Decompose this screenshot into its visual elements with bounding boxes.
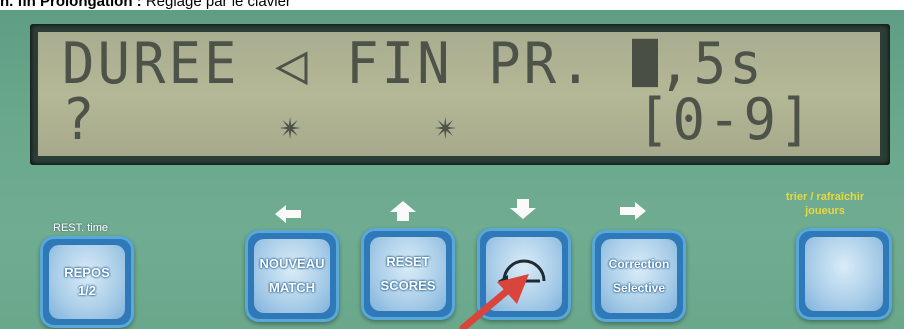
- left-arrow-icon: [275, 205, 301, 223]
- lcd-line-2-right: [0-9]: [637, 86, 815, 153]
- pointer-arrow-icon: [459, 274, 529, 329]
- lcd-display: DUREE ◁ FIN PR. ,5s ? ✴ ✴ [0-9]: [38, 32, 880, 156]
- match-label: MATCH: [269, 280, 315, 295]
- lcd-line-1: DUREE ◁ FIN PR. ,5s: [62, 32, 765, 97]
- lcd-line-2-mid: ✴ ✴: [97, 102, 564, 149]
- repos-sub-label: 1/2: [77, 283, 97, 298]
- correction-label: Correction: [608, 257, 670, 271]
- nouveau-label: NOUVEAU: [259, 256, 325, 271]
- scores-label: SCORES: [380, 278, 436, 293]
- correction-selective-button[interactable]: Correction Selective: [592, 230, 686, 322]
- up-arrow-icon: [390, 201, 416, 221]
- lcd-line-2-left: ?: [62, 86, 98, 153]
- caption-bold: n. fin Prolongation :: [0, 0, 142, 10]
- lcd-line-2: ? ✴ ✴ [0-9]: [62, 90, 812, 154]
- trier-label-line2: joueurs: [805, 205, 845, 217]
- down-arrow-icon: [510, 199, 536, 219]
- lcd-line-1-text: DUREE ◁ FIN PR.: [62, 32, 631, 97]
- trier-joueurs-label: trier / rafraîchir joueurs: [770, 190, 880, 218]
- reset-scores-button[interactable]: RESET SCORES: [361, 228, 455, 320]
- rest-time-label: REST. time: [53, 222, 109, 234]
- repos-button[interactable]: REPOS 1/2: [40, 236, 134, 328]
- keypad-panel: DUREE ◁ FIN PR. ,5s ? ✴ ✴ [0-9] REST. ti…: [0, 10, 904, 329]
- repos-label: REPOS: [64, 265, 110, 280]
- nouveau-match-button[interactable]: NOUVEAU MATCH: [245, 230, 339, 322]
- trier-label-line1: trier / rafraîchir: [785, 191, 865, 203]
- caption: n. fin Prolongation : Réglage par le cla…: [0, 0, 904, 10]
- selective-label: Selective: [612, 281, 666, 295]
- lcd-cursor: [632, 38, 659, 88]
- reset-label: RESET: [386, 254, 430, 269]
- right-arrow-icon: [620, 202, 646, 220]
- trier-joueurs-button[interactable]: [796, 228, 892, 320]
- caption-rest: Réglage par le clavier: [141, 0, 291, 10]
